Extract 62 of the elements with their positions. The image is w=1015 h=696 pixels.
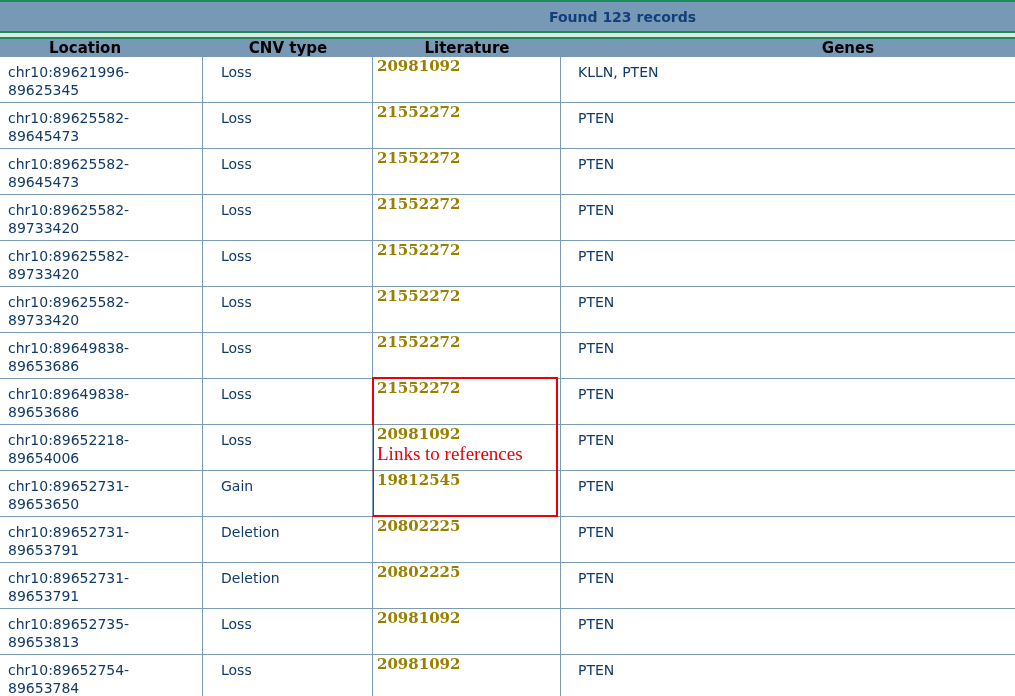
location-cell-text: chr10:89625582-89733420 bbox=[8, 201, 131, 237]
column-header: Genes bbox=[820, 39, 876, 57]
results-count-title: Found 123 records bbox=[548, 8, 697, 25]
location-cell-text: chr10:89652731-89653791 bbox=[8, 569, 131, 605]
cnv-type-cell: Loss bbox=[221, 662, 252, 678]
genes-cell: PTEN bbox=[578, 616, 615, 632]
genes-cell: PTEN bbox=[578, 478, 615, 494]
cnv-type-cell: Loss bbox=[221, 340, 252, 356]
genes-cell: PTEN bbox=[578, 248, 615, 264]
genes-cell: PTEN bbox=[578, 340, 615, 356]
location-cell-text: chr10:89625582-89733420 bbox=[8, 247, 131, 283]
location-cell-text: chr10:89652735-89653813 bbox=[8, 615, 131, 651]
cnv-type-cell: Loss bbox=[221, 64, 252, 80]
location-cell-text: chr10:89649838-89653686 bbox=[8, 385, 131, 421]
pubmed-link[interactable]: 20802225 bbox=[377, 563, 461, 581]
pubmed-link[interactable]: 20802225 bbox=[377, 517, 461, 535]
location-cell-text: chr10:89649838-89653686 bbox=[8, 339, 131, 375]
genes-cell: PTEN bbox=[578, 662, 615, 678]
column-header: Literature bbox=[423, 39, 511, 57]
location-cell-text: chr10:89625582-89645473 bbox=[8, 109, 131, 145]
column-header: Location bbox=[47, 39, 123, 57]
genes-cell: PTEN bbox=[578, 524, 615, 540]
pubmed-link[interactable]: 21552272 bbox=[377, 103, 461, 121]
cnv-type-cell: Loss bbox=[221, 432, 252, 448]
pubmed-link[interactable]: 20981092 bbox=[377, 609, 461, 627]
cnv-type-cell: Loss bbox=[221, 616, 252, 632]
cnv-type-cell: Deletion bbox=[221, 524, 280, 540]
pubmed-link[interactable]: 21552272 bbox=[377, 333, 461, 351]
location-cell-text: chr10:89625582-89733420 bbox=[8, 293, 131, 329]
location-cell-text: chr10:89652218-89654006 bbox=[8, 431, 131, 467]
location-cell-text: chr10:89652731-89653650 bbox=[8, 477, 131, 513]
cnv-type-cell: Loss bbox=[221, 110, 252, 126]
cnv-type-cell: Loss bbox=[221, 294, 252, 310]
pubmed-link[interactable]: 21552272 bbox=[377, 195, 461, 213]
cnv-type-cell: Deletion bbox=[221, 570, 280, 586]
genes-cell: PTEN bbox=[578, 570, 615, 586]
pubmed-link[interactable]: 20981092 bbox=[377, 57, 461, 75]
pubmed-link[interactable]: 21552272 bbox=[377, 149, 461, 167]
cnv-type-cell: Loss bbox=[221, 248, 252, 264]
pubmed-link[interactable]: 21552272 bbox=[377, 379, 461, 397]
genes-cell: PTEN bbox=[578, 386, 615, 402]
pubmed-link[interactable]: 19812545 bbox=[377, 471, 461, 489]
cnv-type-cell: Gain bbox=[221, 478, 254, 494]
genes-cell: PTEN bbox=[578, 110, 615, 126]
location-cell-text: chr10:89621996-89625345 bbox=[8, 63, 131, 99]
pubmed-link[interactable]: 20981092 bbox=[377, 655, 461, 673]
genes-cell: PTEN bbox=[578, 432, 615, 448]
location-cell-text: chr10:89652731-89653791 bbox=[8, 523, 131, 559]
cnv-type-cell: Loss bbox=[221, 386, 252, 402]
callout-label: Links to references bbox=[377, 443, 524, 465]
pubmed-link[interactable]: 20981092 bbox=[377, 425, 461, 443]
column-header: CNV type bbox=[247, 39, 329, 57]
pubmed-link[interactable]: 21552272 bbox=[377, 241, 461, 259]
genes-cell: KLLN, PTEN bbox=[578, 64, 659, 80]
genes-cell: PTEN bbox=[578, 202, 615, 218]
genes-cell: PTEN bbox=[578, 156, 615, 172]
location-cell-text: chr10:89625582-89645473 bbox=[8, 155, 131, 191]
location-cell-text: chr10:89652754-89653784 bbox=[8, 661, 131, 696]
cnv-type-cell: Loss bbox=[221, 156, 252, 172]
genes-cell: PTEN bbox=[578, 294, 615, 310]
cnv-type-cell: Loss bbox=[221, 202, 252, 218]
pubmed-link[interactable]: 21552272 bbox=[377, 287, 461, 305]
